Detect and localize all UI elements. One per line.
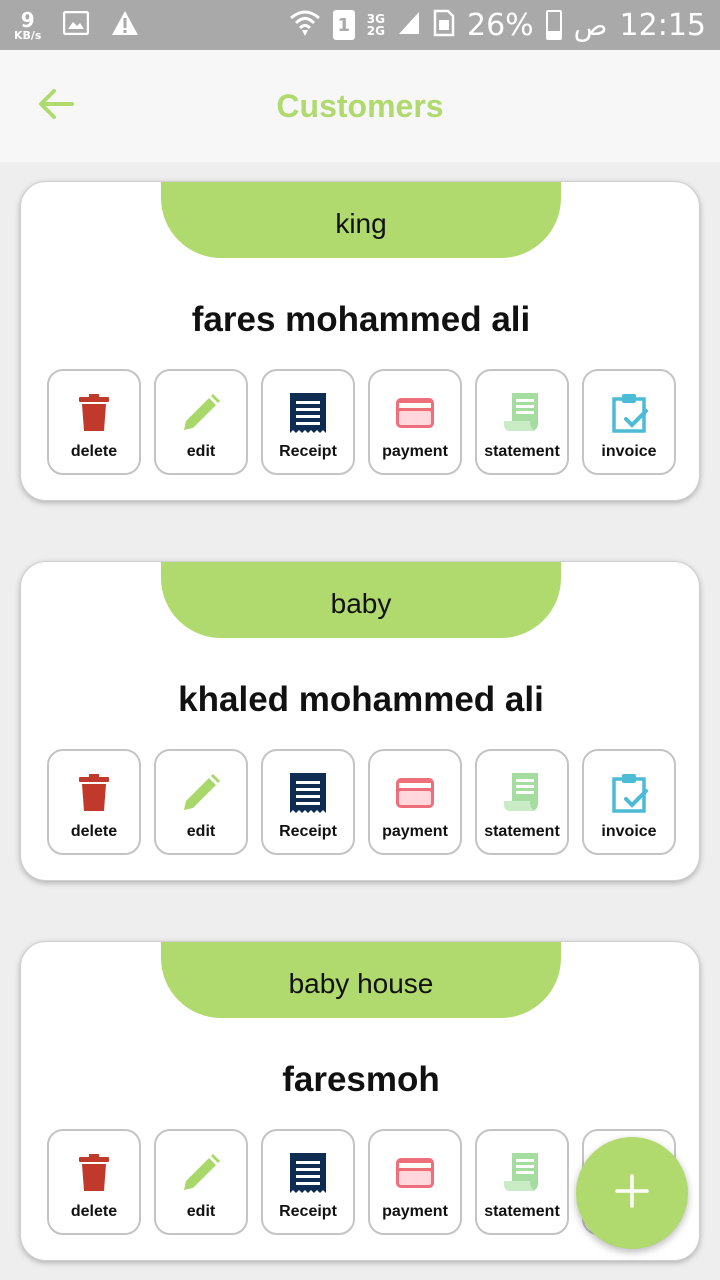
receipt-label: Receipt [279, 443, 337, 460]
edit-label: edit [186, 443, 216, 460]
time-ampm: ص [573, 8, 608, 42]
delete-button[interactable]: delete [47, 749, 141, 855]
status-bar: 9 KB/s 1 3G 2G 26% ص 12:15 [0, 0, 720, 50]
delete-label: delete [70, 1203, 118, 1220]
delete-button[interactable]: delete [47, 369, 141, 475]
add-customer-button[interactable] [576, 1137, 688, 1249]
pencil-icon [181, 773, 221, 813]
battery-charging-icon [545, 10, 562, 40]
clock-time: 12:15 [619, 7, 706, 43]
trash-icon [74, 773, 114, 813]
receipt-label: Receipt [279, 1203, 337, 1220]
gallery-icon [63, 10, 90, 40]
network-speed: 9 KB/s [14, 10, 41, 41]
customer-card[interactable]: king fares mohammed ali delete edit Rece… [20, 181, 700, 501]
customer-actions: delete edit Receipt payment statement in… [47, 369, 676, 477]
statement-button[interactable]: statement [475, 749, 569, 855]
statement-icon [502, 773, 542, 813]
page-title: Customers [276, 87, 444, 124]
delete-label: delete [70, 443, 118, 460]
pencil-icon [181, 1153, 221, 1193]
network-speed-value: 9 [20, 7, 35, 32]
plus-icon [615, 1173, 649, 1213]
customer-group-label: king [161, 182, 561, 258]
wifi-icon [289, 8, 321, 42]
invoice-button[interactable]: invoice [582, 369, 676, 475]
customer-group-label: baby [161, 562, 561, 638]
edit-button[interactable]: edit [154, 749, 248, 855]
warning-icon [111, 10, 139, 41]
receipt-button[interactable]: Receipt [261, 1129, 355, 1235]
payment-button[interactable]: payment [368, 1129, 462, 1235]
pencil-icon [181, 393, 221, 433]
trash-icon [74, 1153, 114, 1193]
edit-label: edit [186, 823, 216, 840]
customer-group-label: baby house [161, 942, 561, 1018]
payment-button[interactable]: payment [368, 749, 462, 855]
receipt-button[interactable]: Receipt [261, 749, 355, 855]
customer-name: khaled mohammed ali [178, 680, 544, 719]
clipboard-check-icon [609, 773, 649, 813]
customer-card[interactable]: baby khaled mohammed ali delete edit Rec… [20, 561, 700, 881]
delete-button[interactable]: delete [47, 1129, 141, 1235]
credit-card-icon [395, 1153, 435, 1193]
statement-label: statement [484, 443, 560, 460]
network-type-bottom: 2G [366, 24, 385, 38]
trash-icon [74, 393, 114, 433]
invoice-label: invoice [601, 443, 657, 460]
customer-list[interactable]: king fares mohammed ali delete edit Rece… [0, 162, 720, 1280]
statement-label: statement [484, 823, 560, 840]
receipt-icon [288, 773, 328, 813]
signal-icon [397, 10, 421, 40]
receipt-button[interactable]: Receipt [261, 369, 355, 475]
receipt-icon [288, 393, 328, 433]
receipt-label: Receipt [279, 823, 337, 840]
receipt-icon [288, 1153, 328, 1193]
credit-card-icon [395, 393, 435, 433]
payment-label: payment [382, 443, 448, 460]
arrow-left-icon [38, 88, 74, 125]
edit-label: edit [186, 1203, 216, 1220]
clipboard-check-icon [609, 393, 649, 433]
payment-label: payment [382, 1203, 448, 1220]
network-speed-unit: KB/s [14, 28, 42, 42]
credit-card-icon [395, 773, 435, 813]
statement-button[interactable]: statement [475, 1129, 569, 1235]
customer-name: fares mohammed ali [191, 300, 531, 339]
payment-label: payment [382, 823, 448, 840]
network-type: 3G 2G [367, 13, 385, 37]
edit-button[interactable]: edit [154, 1129, 248, 1235]
invoice-label: invoice [601, 823, 657, 840]
statement-icon [502, 393, 542, 433]
battery-percent: 26% [466, 7, 534, 43]
invoice-button[interactable]: invoice [582, 749, 676, 855]
sim-card-icon [433, 9, 455, 41]
statement-label: statement [484, 1203, 560, 1220]
back-button[interactable] [34, 86, 78, 126]
customer-actions: delete edit Receipt payment statement in… [47, 749, 676, 857]
delete-label: delete [70, 823, 118, 840]
statement-button[interactable]: statement [475, 369, 569, 475]
edit-button[interactable]: edit [154, 369, 248, 475]
app-bar: Customers [0, 50, 720, 162]
customer-name: faresmoh [282, 1060, 440, 1099]
statement-icon [502, 1153, 542, 1193]
payment-button[interactable]: payment [368, 369, 462, 475]
sim-icon: 1 [332, 10, 355, 40]
